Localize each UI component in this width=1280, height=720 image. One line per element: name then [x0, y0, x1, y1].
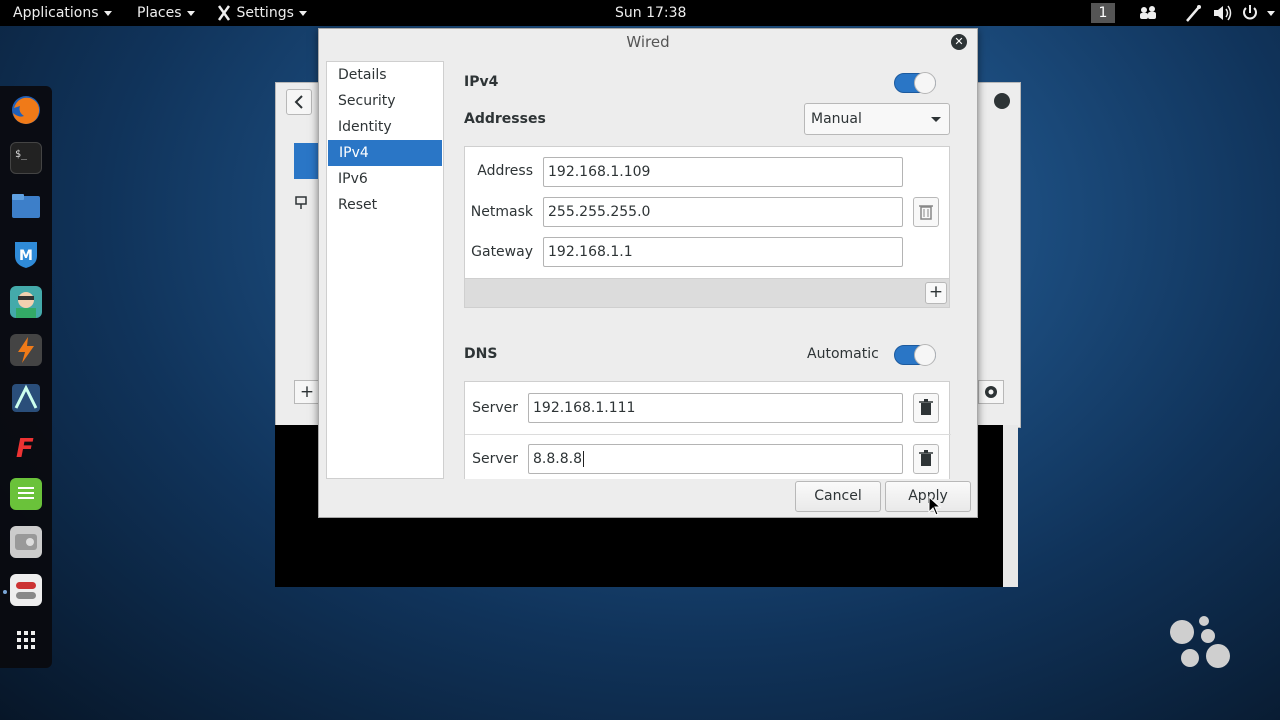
trash-icon [919, 205, 933, 220]
people-icon[interactable] [1138, 0, 1158, 26]
burpsuite-icon[interactable] [10, 334, 42, 366]
terminal-icon[interactable]: $_ [10, 142, 42, 174]
leafpad-icon[interactable] [10, 478, 42, 510]
add-connection-button[interactable]: + [294, 380, 320, 404]
dns-automatic-toggle[interactable] [894, 344, 936, 366]
chevron-down-icon [103, 10, 112, 16]
delete-dns-button-1[interactable] [913, 393, 939, 423]
dialog-title: Wired [626, 33, 670, 51]
faraday-icon[interactable]: F [10, 430, 42, 464]
address-label: Address [477, 163, 533, 179]
wired-dialog: Wired ✕ Details Security Identity IPv4 I… [318, 28, 978, 518]
divider [465, 434, 951, 435]
applications-label: Applications [13, 5, 99, 21]
gear-icon[interactable] [978, 380, 1004, 404]
sidebar-item-details[interactable]: Details [327, 62, 443, 88]
logo-watermark [1168, 616, 1232, 676]
settings-menu[interactable]: Settings [216, 0, 307, 26]
clock[interactable]: Sun 17:38 [615, 0, 686, 26]
dns-server-field-1[interactable]: 192.168.1.111 [528, 393, 903, 423]
svg-text:F: F [16, 434, 34, 462]
ipv4-toggle[interactable] [894, 72, 936, 94]
ipv4-heading: IPv4 [464, 74, 499, 90]
chevron-left-icon [294, 95, 303, 109]
ipv4-content: IPv4 Addresses Manual Address 192.168.1.… [464, 61, 954, 479]
running-indicator [3, 590, 7, 594]
dock: $_ M F [0, 86, 52, 668]
settings-label: Settings [236, 5, 294, 21]
delete-address-button[interactable] [913, 197, 939, 227]
armitage-icon[interactable] [10, 286, 42, 318]
server-label-1: Server [472, 400, 518, 416]
toggle-knob [914, 344, 936, 366]
netmask-label: Netmask [470, 204, 533, 220]
svg-text:$_: $_ [15, 149, 28, 160]
sidebar-item-ipv6[interactable]: IPv6 [327, 166, 443, 192]
sidebar-item-security[interactable]: Security [327, 88, 443, 114]
dns-automatic-label: Automatic [807, 346, 879, 362]
address-field[interactable]: 192.168.1.109 [543, 157, 903, 187]
firefox-icon[interactable] [10, 94, 42, 126]
chevron-down-icon [1267, 10, 1275, 16]
dialog-sidebar: Details Security Identity IPv4 IPv6 Rese… [326, 61, 444, 479]
volume-icon[interactable] [1212, 0, 1234, 26]
add-address-bar: + [465, 278, 949, 307]
cutycapt-icon[interactable] [10, 526, 42, 558]
gateway-label: Gateway [471, 244, 533, 260]
dns-server-field-2[interactable]: 8.8.8.8 [528, 444, 903, 474]
addresses-panel: Address 192.168.1.109 Netmask 255.255.25… [464, 146, 950, 308]
sidebar-item-reset[interactable]: Reset [327, 192, 443, 218]
places-menu[interactable]: Places [137, 0, 195, 26]
sidebar-item-ipv4[interactable]: IPv4 [328, 140, 442, 166]
tools-icon [216, 0, 232, 26]
chevron-down-icon [931, 117, 941, 122]
top-bar: Applications Places Settings Sun 17:38 1 [0, 0, 1280, 26]
netmask-field[interactable]: 255.255.255.0 [543, 197, 903, 227]
server-label-2: Server [472, 451, 518, 467]
svg-text:M: M [19, 248, 33, 264]
scrollbar[interactable] [1003, 425, 1018, 587]
gateway-field[interactable]: 192.168.1.1 [543, 237, 903, 267]
toggle-knob [914, 72, 936, 94]
back-button[interactable] [286, 89, 312, 115]
maltego-icon[interactable] [10, 382, 42, 414]
workspace-indicator[interactable]: 1 [1091, 3, 1115, 23]
dns-heading: DNS [464, 346, 498, 362]
places-label: Places [137, 5, 182, 21]
system-menu[interactable] [1262, 0, 1275, 26]
mouse-pointer-icon [928, 495, 942, 520]
close-icon[interactable]: ✕ [951, 34, 967, 50]
show-apps-icon[interactable] [10, 624, 42, 656]
close-icon[interactable] [994, 93, 1010, 109]
pen-icon[interactable] [1184, 0, 1202, 26]
settings-toggle-icon[interactable] [10, 574, 42, 606]
applications-menu[interactable]: Applications [13, 0, 112, 26]
airplane-mode-item[interactable] [294, 143, 320, 179]
delete-dns-button-2[interactable] [913, 444, 939, 474]
addresses-heading: Addresses [464, 111, 546, 127]
add-address-button[interactable]: + [925, 282, 947, 304]
dns-server-value-2: 8.8.8.8 [533, 451, 582, 467]
method-dropdown[interactable]: Manual [804, 103, 950, 135]
files-icon[interactable] [10, 190, 42, 222]
sidebar-item-identity[interactable]: Identity [327, 114, 443, 140]
method-value: Manual [811, 111, 862, 127]
metasploit-icon[interactable]: M [10, 238, 42, 270]
dns-panel: Server 192.168.1.111 Server 8.8.8.8 [464, 381, 951, 479]
text-cursor [582, 451, 584, 467]
chevron-down-icon [186, 10, 195, 16]
chevron-down-icon [298, 10, 307, 16]
power-icon[interactable] [1241, 0, 1259, 26]
trash-icon [919, 450, 933, 466]
cancel-button[interactable]: Cancel [795, 481, 881, 512]
trash-icon [919, 399, 933, 415]
network-icon [294, 195, 310, 215]
